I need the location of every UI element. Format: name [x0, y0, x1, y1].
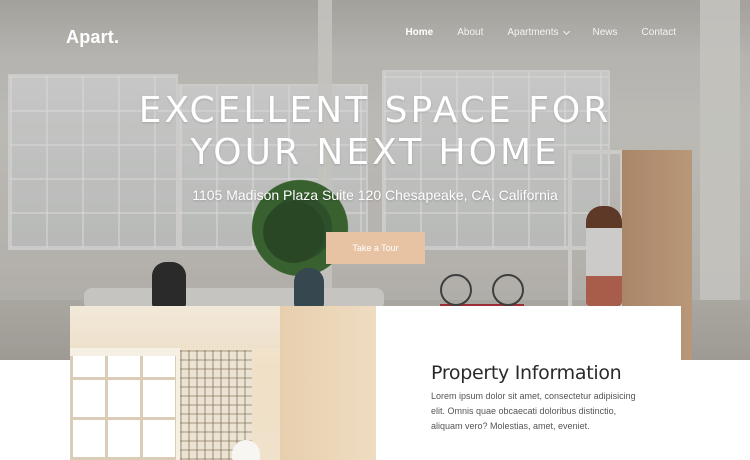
hero-headline-line1: EXCELLENT SPACE FOR — [138, 90, 612, 131]
property-title: Property Information — [431, 362, 622, 384]
property-image — [70, 306, 376, 460]
hero-address: 1105 Madison Plaza Suite 120 Chesapeake,… — [192, 187, 558, 203]
nav-item-home[interactable]: Home — [405, 27, 433, 38]
main-nav: Home About Apartments News Contact — [381, 27, 676, 38]
nav-item-news[interactable]: News — [593, 27, 618, 38]
nav-item-contact[interactable]: Contact — [642, 27, 676, 38]
chevron-down-icon — [562, 27, 570, 35]
hero-headline-line2: YOUR NEXT HOME — [190, 132, 560, 173]
room-window — [70, 356, 176, 460]
nav-item-about[interactable]: About — [457, 27, 483, 38]
hero-headline: EXCELLENT SPACE FOR YOUR NEXT HOME — [0, 90, 750, 174]
room-wall — [280, 306, 376, 460]
nav-item-apartments[interactable]: Apartments — [507, 27, 570, 38]
property-description: Lorem ipsum dolor sit amet, consectetur … — [431, 391, 636, 431]
take-a-tour-button[interactable]: Take a Tour — [326, 232, 425, 264]
brand-logo[interactable]: Apart. — [66, 27, 119, 48]
nav-item-apartments-label: Apartments — [507, 27, 559, 38]
lamp-icon — [232, 440, 260, 460]
